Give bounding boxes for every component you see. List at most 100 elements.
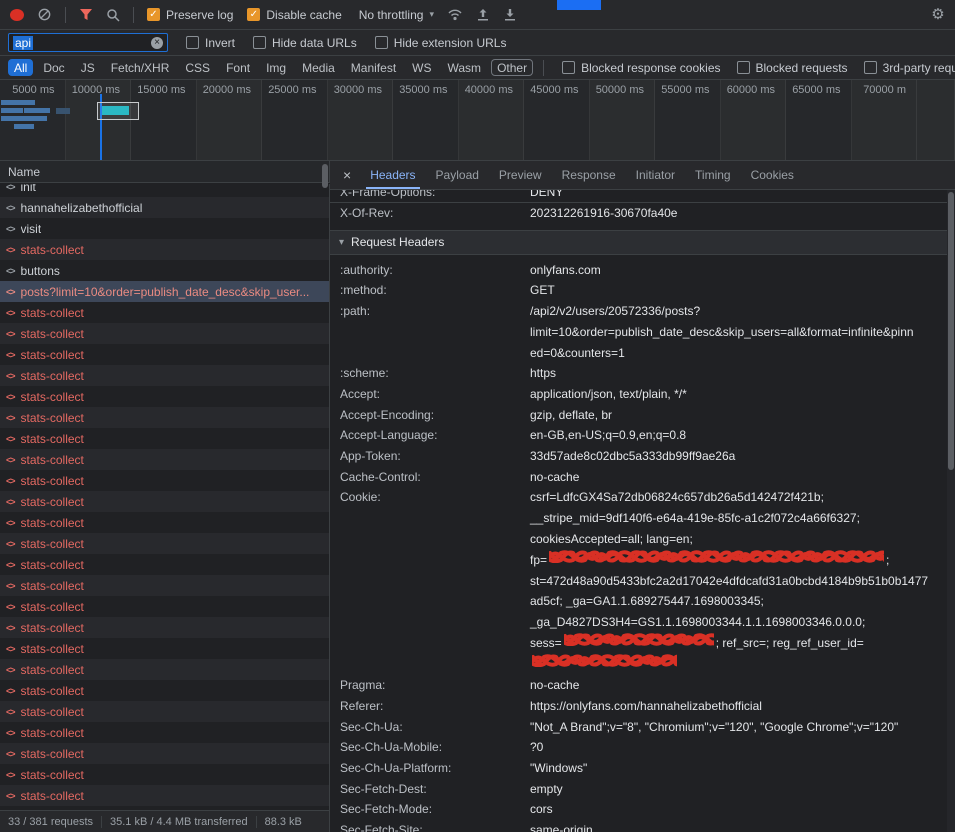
request-row[interactable]: <>buttons <box>0 260 329 281</box>
request-name: stats-collect <box>21 684 84 698</box>
timeline-label: 50000 ms <box>596 84 644 96</box>
throttling-value: No throttling <box>359 8 424 22</box>
throttling-dropdown[interactable]: No throttling ▾ <box>359 8 434 22</box>
filter-pill-wasm[interactable]: Wasm <box>442 59 488 76</box>
filter-pill-other[interactable]: Other <box>491 59 533 76</box>
request-row[interactable]: <>stats-collect <box>0 701 329 722</box>
request-row[interactable]: <>stats-collect <box>0 617 329 638</box>
search-icon[interactable] <box>106 7 120 23</box>
request-name: stats-collect <box>21 306 84 320</box>
record-button[interactable] <box>10 9 24 21</box>
request-row[interactable]: <>stats-collect <box>0 449 329 470</box>
tab-payload[interactable]: Payload <box>426 161 489 189</box>
request-row[interactable]: <>init <box>0 184 329 197</box>
request-row[interactable]: <>stats-collect <box>0 533 329 554</box>
timeline-label: 70000 m <box>863 84 906 96</box>
scrollbar-thumb[interactable] <box>948 192 954 470</box>
header-value-text: ; <box>886 553 889 567</box>
export-har-icon[interactable] <box>476 7 490 23</box>
tab-initiator[interactable]: Initiator <box>626 161 685 189</box>
request-row[interactable]: <>stats-collect <box>0 344 329 365</box>
request-row[interactable]: <>stats-collect <box>0 785 329 806</box>
filter-pill-fetch-xhr[interactable]: Fetch/XHR <box>105 59 176 76</box>
request-list-scrollbar[interactable] <box>321 163 329 808</box>
filter-pill-doc[interactable]: Doc <box>37 59 70 76</box>
name-column-header[interactable]: Name <box>0 161 330 183</box>
tab-response[interactable]: Response <box>552 161 626 189</box>
filter-icon[interactable] <box>79 7 93 23</box>
request-row[interactable]: <>stats-collect <box>0 596 329 617</box>
settings-gear-icon[interactable]: ⚙ <box>931 7 945 23</box>
header-value-text: sess= <box>530 636 562 650</box>
request-row[interactable]: <>stats-collect <box>0 764 329 785</box>
request-name: stats-collect <box>21 243 84 257</box>
request-row[interactable]: <>stats-collect <box>0 680 329 701</box>
request-row[interactable]: <>visit <box>0 218 329 239</box>
tab-cookies[interactable]: Cookies <box>741 161 804 189</box>
header-row: Accept-Language:en-GB,en-US;q=0.9,en;q=0… <box>330 425 947 446</box>
request-row[interactable]: <>stats-collect <box>0 575 329 596</box>
typefilter-3rd-party-requests-checkbox[interactable]: 3rd-party requests <box>864 61 955 75</box>
filter-pill-img[interactable]: Img <box>260 59 292 76</box>
import-har-icon[interactable] <box>503 7 517 23</box>
clear-network-log-icon[interactable] <box>37 7 52 23</box>
header-row: :scheme:https <box>330 363 947 384</box>
header-value: "Windows" <box>530 758 947 779</box>
filter-pill-font[interactable]: Font <box>220 59 256 76</box>
request-row[interactable]: <>stats-collect <box>0 554 329 575</box>
request-row[interactable]: <>stats-collect <box>0 512 329 533</box>
typefilter-blocked-requests-checkbox[interactable]: Blocked requests <box>737 61 848 75</box>
request-row[interactable]: <>hannahelizabethofficial <box>0 197 329 218</box>
network-conditions-icon[interactable] <box>447 7 463 23</box>
request-row[interactable]: <>stats-collect <box>0 386 329 407</box>
request-row[interactable]: <>stats-collect <box>0 491 329 512</box>
checkbox-label: Hide data URLs <box>272 36 357 50</box>
timeline-label: 25000 ms <box>268 84 316 96</box>
file-type-icon: <> <box>6 184 15 192</box>
filter-pill-all[interactable]: All <box>8 59 33 76</box>
header-value: no-cache <box>530 675 947 696</box>
toolbar-preserve-log-checkbox[interactable]: ✓Preserve log <box>147 8 233 22</box>
resources-size: 88.3 kB <box>256 816 310 828</box>
toolbar-disable-cache-checkbox[interactable]: ✓Disable cache <box>247 8 341 22</box>
request-headers-section[interactable]: ▾ Request Headers <box>330 230 947 255</box>
request-row[interactable]: <>stats-collect <box>0 365 329 386</box>
request-row[interactable]: <>stats-collect <box>0 659 329 680</box>
header-name: :method: <box>340 280 530 301</box>
tab-preview[interactable]: Preview <box>489 161 552 189</box>
request-name: stats-collect <box>21 369 84 383</box>
details-scrollbar[interactable] <box>947 190 955 832</box>
tab-headers[interactable]: Headers <box>360 161 425 189</box>
filter-pill-css[interactable]: CSS <box>179 59 216 76</box>
request-row[interactable]: <>stats-collect <box>0 302 329 323</box>
request-row[interactable]: <>stats-collect <box>0 239 329 260</box>
filter-pill-js[interactable]: JS <box>75 59 101 76</box>
request-row[interactable]: <>stats-collect <box>0 638 329 659</box>
request-row[interactable]: <>stats-collect <box>0 428 329 449</box>
typefilter-blocked-response-cookies-checkbox[interactable]: Blocked response cookies <box>562 61 720 75</box>
request-row-selected[interactable]: <>posts?limit=10&order=publish_date_desc… <box>0 281 329 302</box>
filter-pill-manifest[interactable]: Manifest <box>345 59 402 76</box>
filter-pill-ws[interactable]: WS <box>406 59 437 76</box>
request-row[interactable]: <>stats-collect <box>0 323 329 344</box>
request-row[interactable]: <>stats-collect <box>0 743 329 764</box>
scrollbar-thumb[interactable] <box>322 164 328 188</box>
filter-hide-data-urls-checkbox[interactable]: Hide data URLs <box>253 36 357 50</box>
filter-invert-checkbox[interactable]: Invert <box>186 36 235 50</box>
filter-input[interactable]: api × <box>8 33 168 52</box>
header-value: "Not_A Brand";v="8", "Chromium";v="120",… <box>530 717 947 738</box>
request-row[interactable]: <>stats-collect <box>0 722 329 743</box>
request-name: stats-collect <box>21 621 84 635</box>
request-name: stats-collect <box>21 642 84 656</box>
request-row[interactable]: <>stats-collect <box>0 407 329 428</box>
close-icon[interactable]: × <box>330 161 360 189</box>
checkbox-label: Preserve log <box>166 8 233 22</box>
request-name: stats-collect <box>21 747 84 761</box>
filter-pill-media[interactable]: Media <box>296 59 341 76</box>
tab-timing[interactable]: Timing <box>685 161 741 189</box>
clear-filter-icon[interactable]: × <box>151 37 163 49</box>
request-row[interactable]: <>stats-collect <box>0 470 329 491</box>
header-row: Sec-Fetch-Mode:cors <box>330 799 947 820</box>
filter-hide-extension-urls-checkbox[interactable]: Hide extension URLs <box>375 36 507 50</box>
timeline-overview[interactable]: 5000 ms10000 ms15000 ms20000 ms25000 ms3… <box>0 80 955 161</box>
